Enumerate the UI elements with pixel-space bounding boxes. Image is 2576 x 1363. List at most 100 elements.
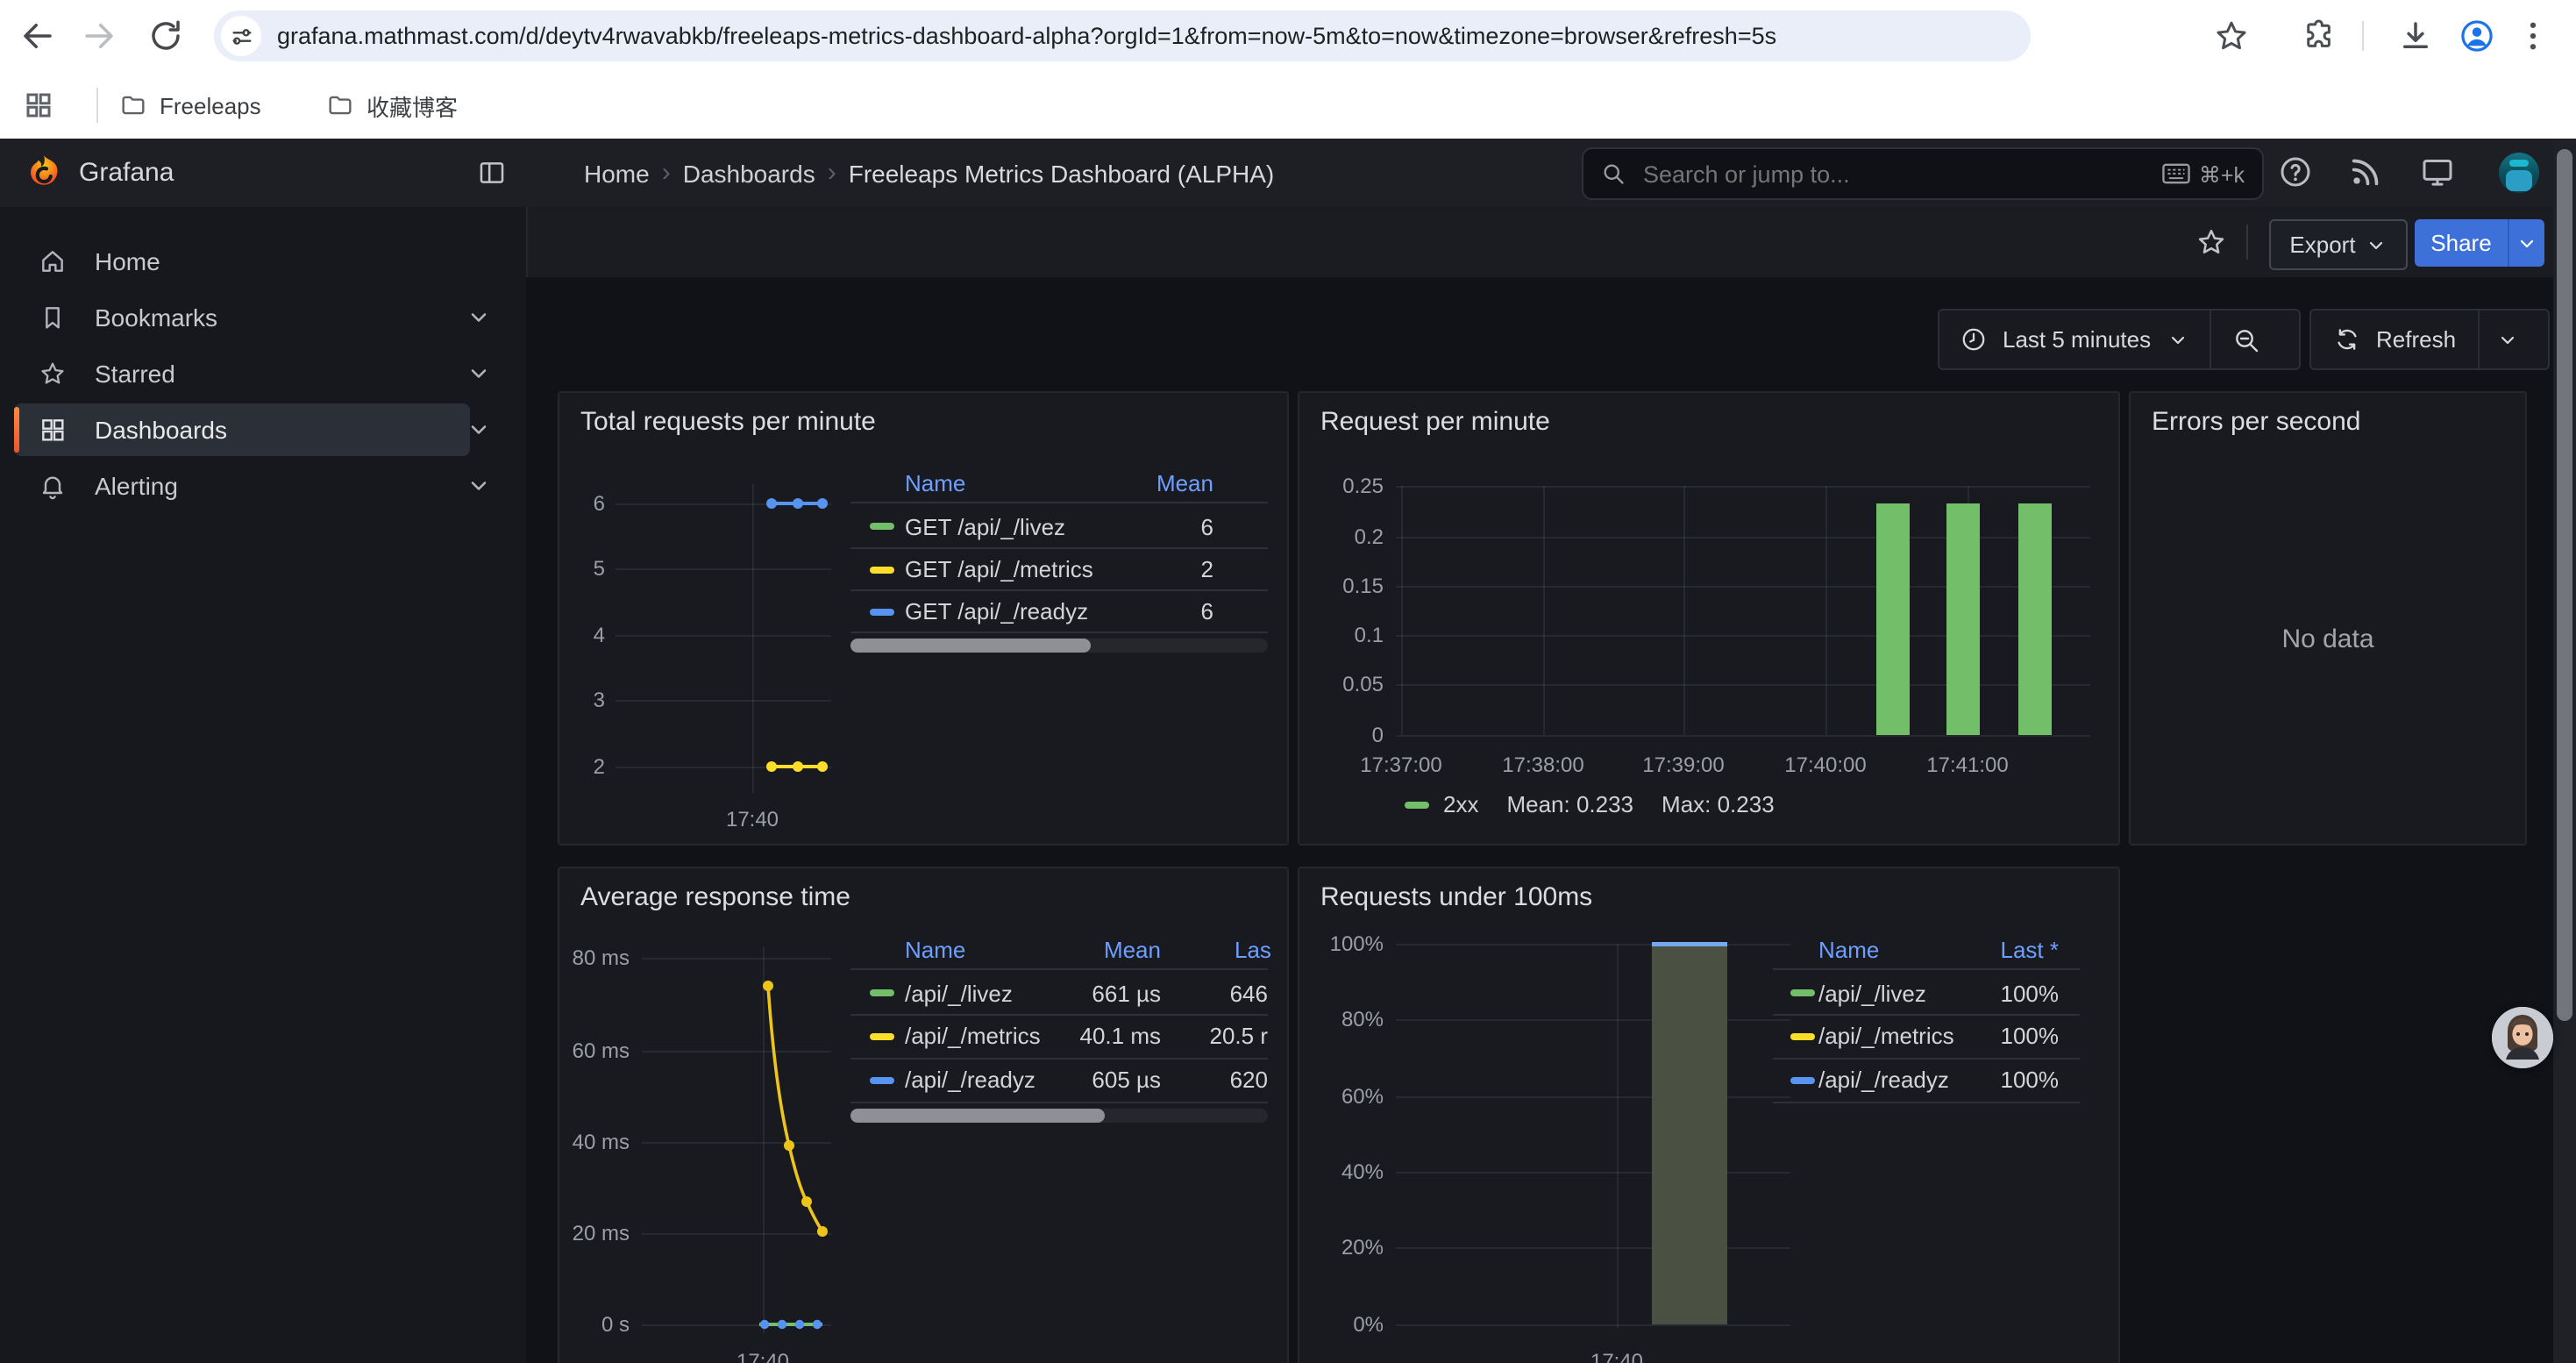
sidebar-item-bookmarks[interactable]: Bookmarks [14, 291, 470, 344]
forward-icon[interactable] [81, 18, 117, 54]
legend-series-name[interactable]: /api/_/readyz [1818, 1067, 1949, 1093]
export-button[interactable]: Export [2269, 219, 2408, 270]
panel-avg-response-time: Average response time 80 ms 60 ms 40 ms … [558, 867, 1289, 1363]
zoom-out-icon[interactable] [2231, 325, 2259, 353]
series-color-pill [870, 523, 894, 530]
share-button[interactable]: Share [2415, 219, 2508, 267]
bookmarks-separator [96, 88, 98, 123]
breadcrumb-home[interactable]: Home [584, 159, 650, 187]
toolbar-divider [2246, 225, 2248, 260]
search-input[interactable] [1640, 159, 2162, 189]
breadcrumb-separator: › [815, 158, 849, 188]
help-icon[interactable] [2278, 154, 2313, 189]
legend-series-name[interactable]: /api/_/livez [1818, 981, 1926, 1007]
legend-col-name[interactable]: Name [1818, 937, 1879, 963]
share-menu-button[interactable] [2508, 219, 2544, 267]
x-tick: 17:40 [1590, 1349, 1643, 1363]
star-icon [39, 360, 67, 388]
favorite-star-icon[interactable] [2195, 226, 2227, 258]
chevron-down-icon[interactable] [466, 474, 491, 498]
legend-col-last[interactable]: Last * [2001, 937, 2060, 963]
x-tick: 17:39:00 [1642, 753, 1724, 777]
x-tick: 17:40:00 [1784, 753, 1866, 777]
legend-series-name[interactable]: /api/_/readyz [905, 1067, 1035, 1093]
legend-value: 20.5 r [1210, 1023, 1269, 1049]
breadcrumb-dashboards[interactable]: Dashboards [683, 159, 815, 187]
sidebar-item-dashboards[interactable]: Dashboards [14, 403, 470, 456]
legend-series-name[interactable]: GET /api/_/livez [905, 514, 1065, 540]
legend-col-last[interactable]: Las [1235, 937, 1271, 963]
extensions-icon[interactable] [2301, 18, 2338, 54]
panel-title[interactable]: Errors per second [2152, 407, 2360, 437]
profile-icon[interactable] [2459, 18, 2495, 54]
chevron-down-icon[interactable] [466, 361, 491, 386]
legend-value: 2 [1201, 556, 1213, 582]
url-bar[interactable]: grafana.mathmast.com/d/deytv4rwavabkb/fr… [214, 11, 2031, 61]
monitor-icon[interactable] [2420, 154, 2455, 189]
legend-value: 100% [2001, 1067, 2060, 1093]
legend-mean: Mean: 0.233 [1506, 791, 1633, 817]
news-rss-icon[interactable] [2348, 154, 2383, 189]
panel-request-per-minute: Request per minute 0.25 0.2 0.15 0.1 0.0… [1298, 391, 2120, 846]
group-divider [2477, 310, 2479, 368]
sidebar-item-starred[interactable]: Starred [14, 347, 470, 400]
legend-col-name[interactable]: Name [905, 470, 965, 496]
legend-series-name[interactable]: /api/_/metrics [1818, 1023, 1954, 1049]
legend-col-mean[interactable]: Mean [1156, 470, 1213, 496]
series-color-pill [1790, 1077, 1815, 1084]
sidebar-item-alerting[interactable]: Alerting [14, 460, 470, 512]
legend-scrollbar[interactable] [850, 1109, 1268, 1123]
user-avatar[interactable] [2499, 153, 2539, 193]
back-icon[interactable] [19, 18, 56, 54]
assistant-avatar[interactable] [2492, 1007, 2553, 1068]
avatar-girl-illustration [2492, 1007, 2553, 1068]
legend-col-name[interactable]: Name [905, 937, 965, 963]
brand-name[interactable]: Grafana [79, 158, 174, 188]
legend-series-name[interactable]: GET /api/_/readyz [905, 598, 1088, 624]
legend-scrollbar[interactable] [850, 639, 1268, 653]
refresh-interval-chevron-icon[interactable] [2496, 329, 2517, 350]
site-settings-icon[interactable] [221, 16, 261, 56]
bookmark-folder-freeleaps[interactable]: Freeleaps [105, 82, 275, 128]
folder-icon [326, 91, 354, 119]
legend-value: 646 [1230, 981, 1268, 1007]
chevron-down-icon [2167, 329, 2188, 350]
bookmark-folder-label: 收藏博客 [366, 89, 458, 122]
browser-menu-icon[interactable] [2515, 18, 2551, 54]
legend-series-name[interactable]: /api/_/metrics [905, 1023, 1041, 1049]
toolbar-separator [2362, 21, 2364, 51]
page-scrollbar-thumb[interactable] [2557, 149, 2572, 1021]
breadcrumb-current: Freeleaps Metrics Dashboard (ALPHA) [849, 159, 1275, 187]
sidebar-toggle-icon[interactable] [477, 158, 507, 188]
legend-col-mean[interactable]: Mean [1104, 937, 1161, 963]
series-color-pill [870, 1077, 894, 1084]
x-tick: 17:38:00 [1502, 753, 1583, 777]
bookmark-star-icon[interactable] [2213, 18, 2250, 54]
refresh-button[interactable]: Refresh [2376, 326, 2456, 353]
chevron-down-icon[interactable] [466, 417, 491, 442]
dashboards-grid-icon [39, 416, 67, 444]
bookmark-folder-blogs[interactable]: 收藏博客 [312, 82, 472, 128]
legend-value: 605 µs [1092, 1067, 1161, 1093]
url-text[interactable]: grafana.mathmast.com/d/deytv4rwavabkb/fr… [277, 23, 1776, 49]
sidebar-item-home[interactable]: Home [14, 235, 470, 288]
bookmark-folder-label: Freeleaps [160, 92, 261, 118]
panel-total-requests: Total requests per minute 6 5 4 3 2 17:4… [558, 391, 1289, 846]
apps-grid-icon[interactable] [23, 89, 54, 121]
search-box[interactable]: ⌘+k [1582, 147, 2264, 200]
download-icon[interactable] [2397, 18, 2434, 54]
reload-icon[interactable] [147, 18, 184, 54]
area-chart [1299, 868, 2118, 1363]
x-tick: 17:40 [726, 807, 779, 831]
chevron-down-icon[interactable] [466, 305, 491, 330]
series-color-pill [870, 609, 894, 616]
legend-series-name[interactable]: /api/_/livez [905, 981, 1013, 1007]
active-indicator [14, 407, 19, 453]
time-range-picker[interactable]: Last 5 minutes [2003, 326, 2151, 353]
series-color-pill [870, 1033, 894, 1040]
breadcrumb: Home › Dashboards › Freeleaps Metrics Da… [584, 158, 1274, 188]
legend-value: 100% [2001, 1023, 2060, 1049]
grafana-logo[interactable] [23, 153, 65, 195]
legend-series-name[interactable]: 2xx [1443, 791, 1478, 817]
legend-series-name[interactable]: GET /api/_/metrics [905, 556, 1093, 582]
